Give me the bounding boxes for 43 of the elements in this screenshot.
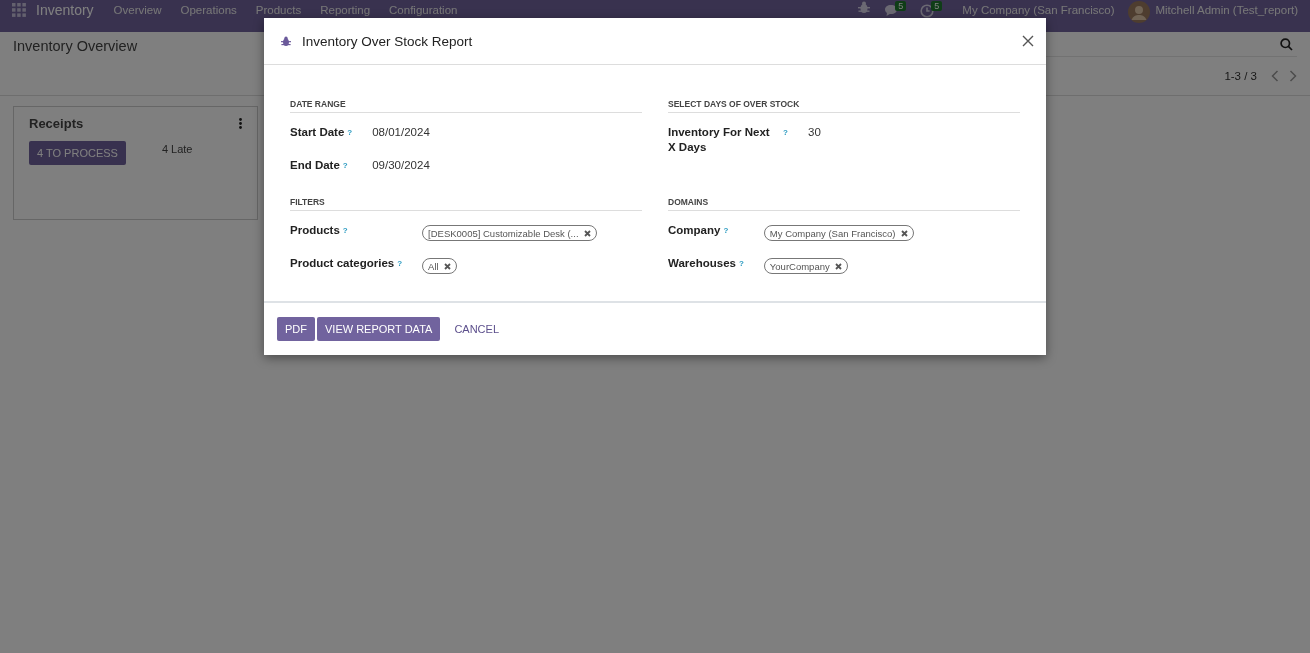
field-label: Product categories	[290, 256, 395, 271]
field-label: Start Date	[290, 125, 345, 140]
help-mark[interactable]: ?	[397, 256, 403, 271]
field-label: Inventory For Next X Days	[668, 125, 771, 155]
app-name[interactable]: Inventory	[36, 2, 94, 18]
menu-item[interactable]: Overview	[113, 3, 162, 17]
section-heading: SELECT DAYS OF OVER STOCK	[668, 99, 1020, 113]
menu-item[interactable]: Reporting	[320, 3, 371, 17]
field-label: Warehouses	[668, 256, 736, 271]
pager-value: 1-3 / 3	[1224, 70, 1257, 82]
user-menu[interactable]: Mitchell Admin (Test_report)	[1155, 3, 1298, 17]
action-button[interactable]: VIEW REPORT DATA	[317, 317, 441, 341]
field-value[interactable]: 30	[808, 126, 821, 138]
card-title: Receipts	[29, 116, 84, 131]
field-label: Company	[668, 223, 721, 238]
page-title: Inventory Overview	[13, 38, 138, 54]
tag-label: My Company (San Francisco)	[769, 226, 896, 241]
process-button[interactable]: 4 TO PROCESS	[29, 141, 126, 165]
field-label: Products	[290, 223, 340, 238]
late-link[interactable]: 4 Late	[161, 143, 193, 155]
help-mark[interactable]: ?	[738, 256, 744, 271]
dialog-title: Inventory Over Stock Report	[302, 33, 474, 49]
menu-item[interactable]: Products	[255, 3, 302, 17]
tag-label: [DESK0005] Customizable Desk (...	[428, 226, 579, 241]
help-mark[interactable]: ?	[342, 223, 348, 238]
help-mark[interactable]: ?	[347, 125, 353, 140]
field-value[interactable]: 08/01/2024	[372, 126, 430, 138]
section-heading: FILTERS	[290, 197, 642, 211]
action-button[interactable]: PDF	[277, 317, 315, 341]
menu-item[interactable]: Configuration	[389, 3, 458, 17]
tag-label: YourCompany	[769, 259, 830, 274]
notification-badge: 5	[931, 1, 943, 11]
help-mark[interactable]: ?	[783, 125, 788, 140]
notification-badge: 5	[895, 1, 907, 11]
section-heading: DOMAINS	[668, 197, 1020, 211]
field-value[interactable]: 09/30/2024	[372, 159, 430, 171]
field-label: End Date	[290, 158, 340, 173]
help-mark[interactable]: ?	[342, 158, 348, 173]
menu-item[interactable]: Operations	[180, 3, 237, 17]
tag-label: All	[428, 259, 439, 274]
section-heading: DATE RANGE	[290, 99, 642, 113]
help-mark[interactable]: ?	[723, 223, 729, 238]
cancel-button[interactable]: CANCEL	[446, 317, 507, 341]
